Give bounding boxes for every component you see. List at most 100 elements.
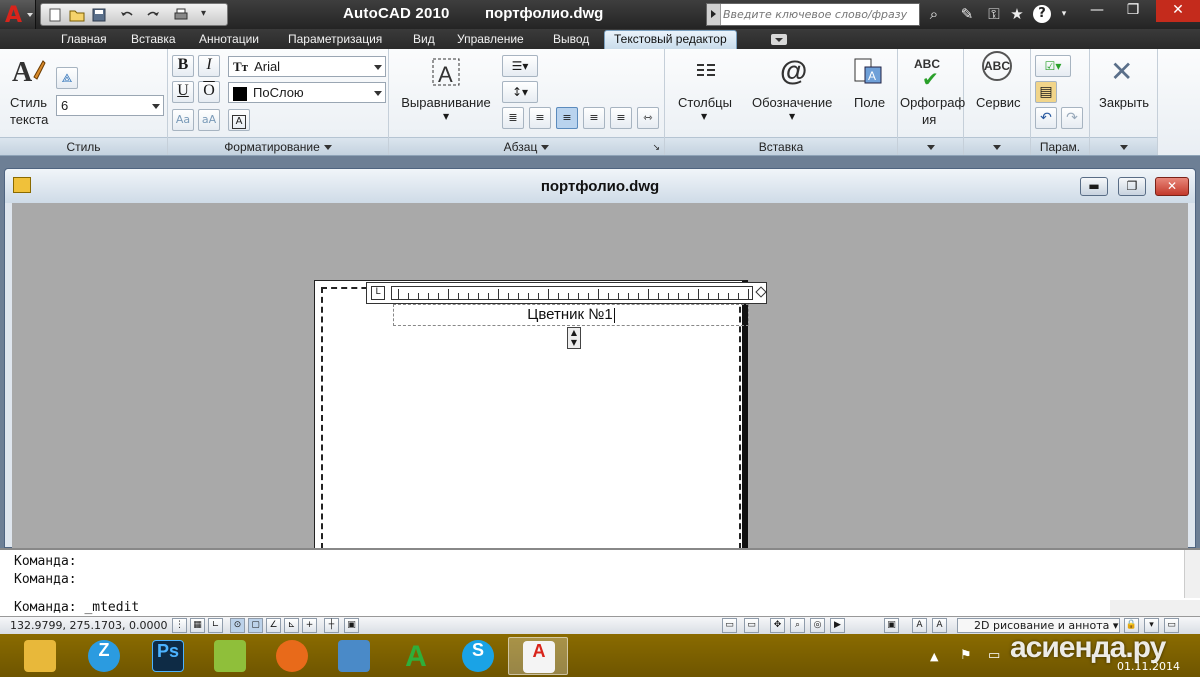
minimize-icon[interactable]: — [1080, 0, 1114, 22]
tab-parametric[interactable]: Параметризация [288, 31, 382, 49]
maximize-icon[interactable]: ❐ [1116, 0, 1150, 22]
help-icon[interactable]: ? [1033, 5, 1051, 23]
network-icon[interactable]: ▭ [988, 648, 1000, 663]
drawing-restore-icon[interactable]: ❐ [1118, 177, 1146, 196]
save-icon[interactable] [91, 8, 107, 22]
taskbar-firefox[interactable] [262, 637, 322, 675]
bullets-numbering-icon[interactable]: ☰▾ [502, 55, 538, 77]
model-icon[interactable]: ▭ [722, 618, 737, 633]
tab-manage[interactable]: Управление [457, 31, 524, 49]
undo-text-icon[interactable]: ↶ [1035, 107, 1057, 129]
taskbar-app-a[interactable]: A [386, 637, 446, 675]
lineweight-icon[interactable]: ┼ [324, 618, 339, 633]
tab-view[interactable]: Вид [413, 31, 435, 49]
distribute-icon[interactable]: ⇿ [637, 107, 659, 129]
lowercase-button[interactable]: aA [198, 109, 220, 131]
tab-insert[interactable]: Вставка [131, 31, 176, 49]
drawing-close-icon[interactable]: ✕ [1155, 177, 1189, 196]
ortho-icon[interactable]: ∟ [208, 618, 223, 633]
redo-icon[interactable] [145, 8, 161, 22]
paragraph-dialog-launcher-icon[interactable]: ↘ [652, 138, 660, 156]
search-expand-icon[interactable] [707, 4, 721, 25]
symbol-dropdown-icon[interactable]: ▼ [789, 112, 795, 121]
key-icon[interactable]: ⚿ [984, 4, 1004, 24]
open-file-icon[interactable] [69, 8, 85, 22]
application-menu-button[interactable]: A [0, 0, 36, 29]
taskbar-skype[interactable]: S [448, 637, 508, 675]
auto-scale-icon[interactable]: A [932, 618, 947, 633]
tray-expand-icon[interactable]: ▲ [930, 650, 938, 663]
grid-icon[interactable]: ▦ [190, 618, 205, 633]
help-dropdown-icon[interactable]: ▾ [1054, 4, 1074, 24]
close-icon[interactable]: ✕ [1156, 0, 1200, 22]
ribbon-minimize-icon[interactable] [771, 34, 787, 45]
binoculars-icon[interactable]: ⌕ [924, 4, 944, 24]
annotation-scale-icon[interactable]: ▣ [884, 618, 899, 633]
new-file-icon[interactable] [47, 8, 63, 22]
tab-annotate[interactable]: Аннотации [199, 31, 259, 49]
annotative-icon[interactable]: ⟁ [56, 67, 78, 89]
columns-dropdown-icon[interactable]: ▼ [701, 112, 707, 121]
command-hscrollbar[interactable] [1110, 600, 1200, 616]
qat-dropdown-icon[interactable]: ▾ [201, 8, 206, 19]
font-select[interactable]: Tт Arial [228, 56, 386, 77]
height-handle-icon[interactable]: ▲ ▼ [567, 327, 581, 349]
justification-icon[interactable]: A [429, 55, 463, 89]
clean-screen-icon[interactable]: ▭ [1164, 618, 1179, 633]
zoom-icon[interactable]: ⌕ [790, 618, 805, 633]
taskbar-notepad[interactable] [200, 637, 260, 675]
osnap-icon[interactable]: ▢ [248, 618, 263, 633]
search-input[interactable] [723, 5, 919, 24]
flag-icon[interactable]: ⚑ [960, 648, 972, 663]
text-height-select[interactable]: 6 [56, 95, 164, 116]
text-style-icon[interactable]: A [10, 55, 46, 87]
mtext-editor[interactable]: Цветник №1 [393, 306, 749, 323]
overline-button[interactable]: O [198, 81, 220, 103]
redo-text-icon[interactable]: ↷ [1061, 107, 1083, 129]
columns-icon[interactable] [695, 61, 717, 85]
justify-icon[interactable]: ≡ [610, 107, 632, 129]
showmotion-icon[interactable]: ▶ [830, 618, 845, 633]
close-panel-dropdown[interactable] [1090, 137, 1157, 155]
ruler-width-handle-icon[interactable] [755, 286, 767, 298]
spell-check-panel-dropdown[interactable] [898, 137, 963, 155]
spell-check-icon[interactable]: ✔ [922, 67, 939, 91]
plot-icon[interactable] [173, 8, 189, 22]
field-icon[interactable]: A [853, 57, 883, 87]
align-right-icon[interactable]: ≡ [583, 107, 605, 129]
tab-home[interactable]: Главная [61, 31, 107, 49]
bold-button[interactable]: B [172, 55, 194, 77]
options-check-icon[interactable]: ☑▾ [1035, 55, 1071, 77]
background-mask-icon[interactable]: A [228, 109, 250, 131]
tab-output[interactable]: Вывод [553, 31, 589, 49]
undo-icon[interactable] [119, 8, 135, 22]
taskbar-autocad[interactable]: A [508, 637, 568, 675]
snap-icon[interactable]: ⋮ [172, 618, 187, 633]
uppercase-button[interactable]: Aa [172, 109, 194, 131]
layout-icon[interactable]: ▭ [744, 618, 759, 633]
command-scrollbar[interactable] [1184, 550, 1200, 598]
drawing-minimize-icon[interactable]: ▬ [1080, 177, 1108, 196]
paragraph-default-icon[interactable]: ≣ [502, 107, 524, 129]
otrack-icon[interactable]: ∠ [266, 618, 281, 633]
taskbar-image-viewer[interactable] [324, 637, 384, 675]
ruler-toggle-icon[interactable]: ▤ [1035, 81, 1057, 103]
tab-text-editor[interactable]: Текстовый редактор [604, 30, 737, 49]
steering-wheel-icon[interactable]: ◎ [810, 618, 825, 633]
symbol-at-icon[interactable]: @ [780, 55, 807, 87]
command-prompt[interactable]: Команда: _mtedit [14, 600, 139, 615]
ducs-icon[interactable]: ⊾ [284, 618, 299, 633]
annotation-visibility-icon[interactable]: A [912, 618, 927, 633]
underline-button[interactable]: U [172, 81, 194, 103]
communication-center-icon[interactable]: ✎ [957, 4, 977, 24]
taskbar-photoshop[interactable]: Ps [138, 637, 198, 675]
taskbar-folder[interactable] [10, 637, 70, 675]
close-editor-icon[interactable]: ✕ [1110, 55, 1133, 88]
align-left-icon[interactable]: ≡ [529, 107, 551, 129]
tab-type-icon[interactable]: L [371, 286, 385, 300]
tools-panel-dropdown[interactable] [964, 137, 1030, 155]
justification-dropdown-icon[interactable]: ▼ [443, 112, 449, 121]
line-spacing-icon[interactable]: ↕▾ [502, 81, 538, 103]
quick-properties-icon[interactable]: ▣ [344, 618, 359, 633]
taskbar-zoho[interactable]: Z [74, 637, 134, 675]
